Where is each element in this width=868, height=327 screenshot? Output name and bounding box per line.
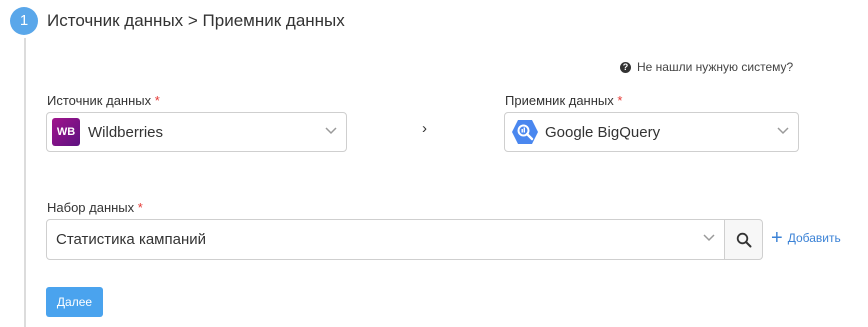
- step-connector-line: [24, 38, 26, 327]
- source-select[interactable]: WB Wildberries: [46, 112, 347, 152]
- next-button[interactable]: Далее: [46, 287, 103, 317]
- dataset-select[interactable]: Статистика кампаний: [46, 219, 725, 260]
- destination-select-value: Google BigQuery: [545, 123, 661, 141]
- source-select-value: Wildberries: [88, 123, 164, 141]
- direction-arrow-icon: ›: [422, 120, 427, 137]
- search-icon: [736, 232, 751, 247]
- dataset-label-text: Набор данных: [47, 200, 135, 215]
- dataset-label: Набор данных *: [47, 200, 143, 215]
- add-dataset-link[interactable]: + Добавить: [771, 227, 841, 249]
- help-link-label: Не нашли нужную систему?: [637, 60, 794, 74]
- step-number-badge: 1: [10, 7, 38, 35]
- add-dataset-label: Добавить: [787, 231, 841, 245]
- destination-label-text: Приемник данных: [505, 93, 614, 108]
- dataset-search-button[interactable]: [724, 219, 763, 260]
- help-link[interactable]: ? Не нашли нужную систему?: [620, 60, 793, 74]
- required-mark: *: [137, 200, 143, 215]
- step-title: Источник данных > Приемник данных: [47, 11, 345, 30]
- dataset-select-value: Статистика кампаний: [56, 231, 206, 248]
- chevron-down-icon: [325, 127, 337, 135]
- required-mark: *: [154, 93, 160, 108]
- required-mark: *: [617, 93, 623, 108]
- destination-label: Приемник данных *: [505, 93, 622, 108]
- plus-icon: +: [771, 227, 783, 249]
- source-label-text: Источник данных: [47, 93, 152, 108]
- bigquery-logo-icon: [512, 120, 538, 144]
- chevron-down-icon: [777, 127, 789, 135]
- wildberries-logo-icon: WB: [52, 118, 80, 146]
- source-label: Источник данных *: [47, 93, 160, 108]
- question-circle-icon: ?: [620, 61, 631, 73]
- chevron-down-icon: [703, 234, 715, 242]
- destination-select[interactable]: Google BigQuery: [504, 112, 799, 152]
